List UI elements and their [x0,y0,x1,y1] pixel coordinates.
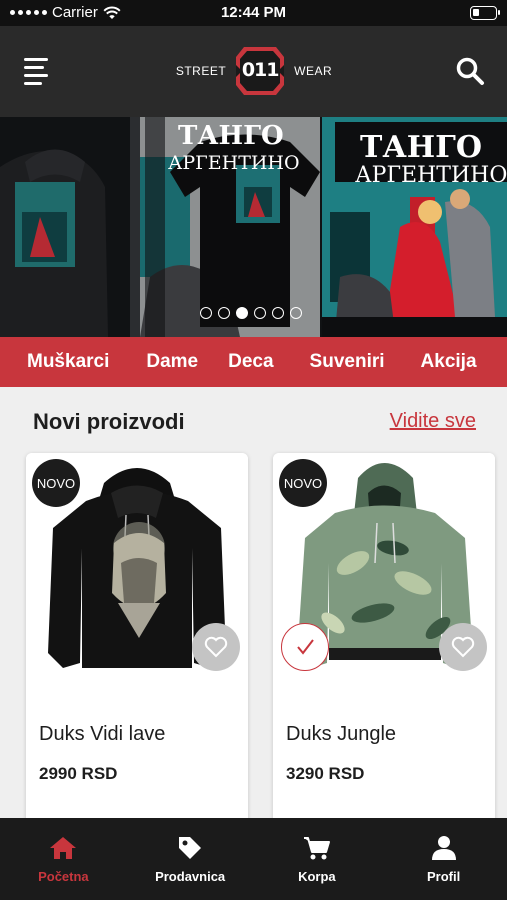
home-icon [48,834,78,862]
see-all-link[interactable]: Vidite sve [390,410,476,433]
clock: 12:44 PM [220,4,287,21]
product-name: Duks Vidi lave [39,723,166,745]
tab-label: Korpa [298,869,336,884]
favorite-heart-icon[interactable] [192,623,240,671]
brand-right-text: WEAR [294,64,333,78]
battery-icon [470,6,500,20]
tab-label: Prodavnica [155,869,226,884]
tab-pocetna[interactable]: Početna [0,818,127,900]
carousel-dot[interactable] [290,307,302,319]
user-icon [429,834,459,862]
category-bar: Muškarci Dame Deca Suveniri Akcija [0,337,507,387]
product-price: 3290 RSD [286,764,365,783]
tab-label: Početna [38,869,89,884]
product-card[interactable]: NOVO Duks Vidi lave 2990 RSD [26,453,248,833]
cart-icon [302,834,332,862]
product-card[interactable]: NOVO Duks Jungle 3290 RSD [273,453,495,833]
new-badge: NOVO [32,459,80,507]
status-bar: Carrier 12:44 PM [0,0,507,26]
category-suveniri[interactable]: Suveniri [310,351,385,373]
hero-artwork: ТАНГО АРГЕНТИНО ТАНГО АРГЕНТИНО [0,117,507,337]
logo-number: 011 [241,59,280,81]
hamburger-menu-icon[interactable] [24,58,52,85]
product-price: 2990 RSD [39,764,118,783]
category-dame[interactable]: Dame [146,351,198,373]
category-deca[interactable]: Deca [228,351,273,373]
logo-badge: 011 [234,45,286,97]
poster-subtitle-right: АРГЕНТИНО [355,163,507,188]
carousel-dot[interactable] [254,307,266,319]
tab-korpa[interactable]: Korpa [254,818,381,900]
tab-prodavnica[interactable]: Prodavnica [127,818,254,900]
hero-banner[interactable]: ТАНГО АРГЕНТИНО ТАНГО АРГЕНТИНО [0,117,507,337]
favorite-heart-icon[interactable] [439,623,487,671]
carousel-pager[interactable] [200,307,302,319]
in-cart-check-icon[interactable] [281,623,329,671]
poster-subtitle-mid: АРГЕНТИНО [168,152,300,174]
brand-left-text: STREET [175,64,227,78]
category-akcija[interactable]: Akcija [421,351,477,373]
carousel-dot[interactable] [200,307,212,319]
brand-logo[interactable]: STREET 011 WEAR [174,45,334,97]
carousel-dot[interactable] [218,307,230,319]
app-header: STREET 011 WEAR [0,26,507,117]
search-icon[interactable] [455,56,485,86]
poster-title-right: ТАНГО [360,130,482,165]
section-title: Novi proizvodi [33,409,185,434]
product-name: Duks Jungle [286,723,397,745]
tag-icon [175,834,205,862]
app-screen: Carrier 12:44 PM STREET 011 WEAR ТАНГО А… [0,0,507,900]
poster-title-mid: ТАНГО [178,121,284,151]
category-muskarci[interactable]: Muškarci [27,351,109,373]
carousel-dot[interactable] [236,307,248,319]
tab-profil[interactable]: Profil [380,818,507,900]
new-badge: NOVO [279,459,327,507]
tab-label: Profil [427,869,461,884]
carousel-dot[interactable] [272,307,284,319]
bottom-tab-bar: Početna Prodavnica Korpa Profil [0,818,507,900]
